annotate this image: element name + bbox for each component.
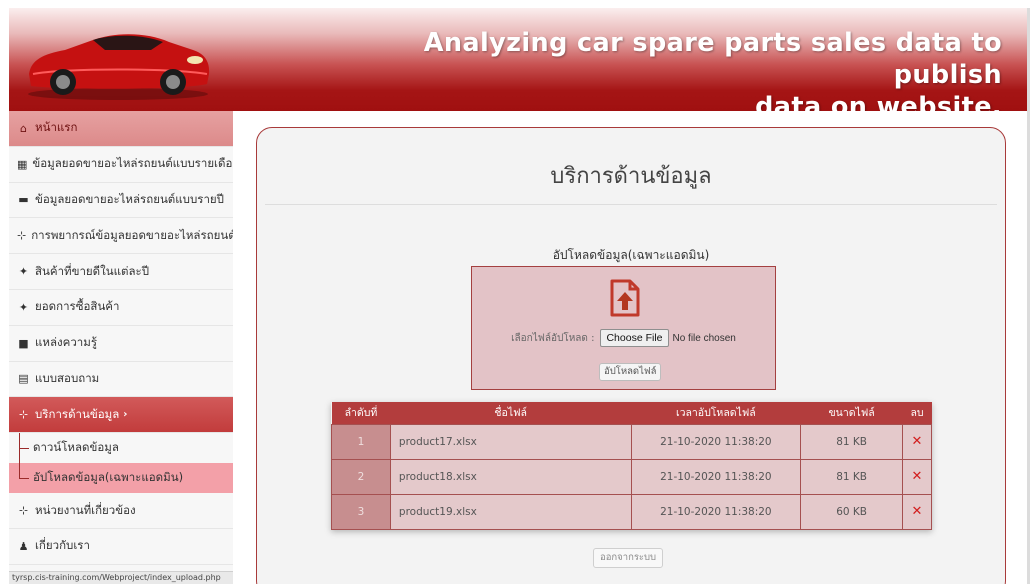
sidebar-item-label: หน้าแรก (35, 120, 78, 135)
upload-box: เลือกไฟล์อัปโหลด : Choose File No file c… (471, 266, 776, 390)
delete-icon[interactable]: ✕ (902, 423, 932, 460)
sidebar-item-label: ยอดการซื้อสินค้า (35, 299, 120, 314)
sidebar-subitem-download[interactable]: ดาวน์โหลดข้อมูล (9, 433, 233, 464)
sidebar-item-label: สินค้าที่ขายดีในแต่ละปี (35, 263, 150, 278)
no-file-chosen-text: No file chosen (672, 332, 736, 344)
column-header-size: ขนาดไฟล์ (800, 402, 903, 424)
sidebar-item-best-sellers[interactable]: ✦ สินค้าที่ขายดีในแต่ละปี (9, 254, 233, 290)
sidebar-item-home[interactable]: ⌂ หน้าแรก (9, 111, 233, 147)
site-title-line-1: Analyzing car spare parts sales data to … (423, 28, 1002, 90)
calendar-icon: ▦ (17, 157, 28, 171)
table-row: 3 product19.xlsx 21-10-2020 11:38:20 60 … (331, 493, 932, 530)
file-upload-icon (610, 279, 640, 317)
site-header: Analyzing car spare parts sales data to … (9, 8, 1030, 111)
calendar-icon: ▬ (18, 193, 29, 207)
row-number: 2 (331, 458, 391, 495)
sidebar-item-label: ข้อมูลยอดขายอะไหล่รถยนต์แบบรายปี (35, 191, 224, 206)
sitemap-icon: ⊹ (18, 408, 29, 422)
sitemap-icon: ⊹ (18, 504, 29, 518)
file-size: 60 KB (800, 493, 904, 530)
sidebar-subitem-upload[interactable]: อัปโหลดข้อมูล(เฉพาะแอดมิน) (9, 448, 233, 494)
logout-button[interactable]: ออกจากระบบ (593, 548, 664, 568)
sidebar-item-label: หน่วยงานที่เกี่ยวข้อง (35, 502, 136, 517)
file-size: 81 KB (800, 458, 904, 495)
sidebar-subitem-label: ดาวน์โหลดข้อมูล (33, 440, 119, 455)
sidebar-subitem-label: อัปโหลดข้อมูล(เฉพาะแอดมิน) (33, 470, 184, 485)
sidebar-item-agencies[interactable]: ⊹ หน่วยงานที่เกี่ยวข้อง (9, 493, 233, 529)
sidebar-item-label: การพยากรณ์ข้อมูลยอดขายอะไหล่รถยนต์ (31, 227, 233, 242)
row-number: 3 (331, 493, 391, 530)
upload-time: 21-10-2020 11:38:20 (630, 458, 802, 495)
file-name: product18.xlsx (389, 458, 632, 495)
red-sports-car-logo (28, 34, 210, 100)
delete-icon[interactable]: ✕ (902, 458, 932, 495)
row-number: 1 (331, 423, 391, 460)
file-input-row: เลือกไฟล์อัปโหลด : Choose File No file c… (472, 329, 775, 347)
upload-time: 21-10-2020 11:38:20 (630, 423, 802, 460)
file-input-label: เลือกไฟล์อัปโหลด : (511, 332, 595, 344)
document-icon: ▤ (18, 372, 29, 386)
main-panel: บริการด้านข้อมูล อัปโหลดข้อมูล(เฉพาะแอดม… (256, 127, 1006, 584)
table-row: 2 product18.xlsx 21-10-2020 11:38:20 81 … (331, 458, 932, 495)
upload-section-caption: อัปโหลดข้อมูล(เฉพาะแอดมิน) (552, 248, 710, 262)
sidebar-item-data-services[interactable]: ⊹ บริการด้านข้อมูล › (9, 397, 233, 434)
sidebar-item-knowledge[interactable]: ■ แหล่งความรู้ (9, 326, 233, 362)
table-row: 1 product17.xlsx 21-10-2020 11:38:20 81 … (331, 423, 932, 460)
sidebar-item-purchases[interactable]: ✦ ยอดการซื้อสินค้า (9, 290, 233, 326)
magic-icon: ✦ (18, 300, 29, 314)
chevron-right-icon: › (123, 409, 128, 421)
sidebar-item-label: แหล่งความรู้ (35, 335, 98, 350)
sidebar-item-yearly-sales[interactable]: ▬ ข้อมูลยอดขายอะไหล่รถยนต์แบบรายปี (9, 183, 233, 219)
sidebar-item-monthly-sales[interactable]: ▦ ข้อมูลยอดขายอะไหล่รถยนต์แบบรายเดือน › (9, 147, 233, 183)
column-header-filename: ชื่อไฟล์ (390, 402, 632, 424)
sidebar: ⌂ หน้าแรก ▦ ข้อมูลยอดขายอะไหล่รถยนต์แบบร… (9, 111, 233, 584)
upload-time: 21-10-2020 11:38:20 (630, 493, 802, 530)
sitemap-icon: ⊹ (17, 229, 27, 243)
page-title: บริการด้านข้อมูล (550, 164, 712, 189)
choose-file-button[interactable]: Choose File (600, 329, 669, 347)
file-size: 81 KB (800, 423, 904, 460)
sidebar-item-about[interactable]: ♟ เกี่ยวกับเรา (9, 529, 233, 565)
home-icon: ⌂ (20, 121, 27, 135)
user-icon: ♟ (18, 539, 29, 553)
column-header-upload-time: เวลาอัปโหลดไฟล์ (631, 402, 801, 424)
file-name: product17.xlsx (389, 423, 632, 460)
title-divider (265, 204, 997, 205)
sidebar-item-label: แบบสอบถาม (35, 370, 100, 385)
file-name: product19.xlsx (389, 493, 632, 530)
site-title-line-2: data on website. (755, 92, 1002, 111)
status-bar-url: tyrsp.cis-training.com/Webproject/index_… (9, 571, 233, 584)
magic-icon: ✦ (18, 265, 29, 279)
delete-icon[interactable]: ✕ (902, 493, 932, 530)
uploaded-files-table: ลำดับที่ ชื่อไฟล์ เวลาอัปโหลดไฟล์ ขนาดไฟ… (331, 402, 932, 530)
sidebar-item-label: ข้อมูลยอดขายอะไหล่รถยนต์แบบรายเดือน (32, 156, 233, 171)
table-header-row: ลำดับที่ ชื่อไฟล์ เวลาอัปโหลดไฟล์ ขนาดไฟ… (331, 402, 932, 424)
sidebar-item-survey[interactable]: ▤ แบบสอบถาม (9, 362, 233, 398)
sidebar-item-forecast[interactable]: ⊹ การพยากรณ์ข้อมูลยอดขายอะไหล่รถยนต์ › (9, 218, 233, 255)
book-icon: ■ (18, 336, 29, 350)
upload-file-button[interactable]: อัปโหลดไฟล์ (599, 363, 662, 381)
sidebar-item-label: เกี่ยวกับเรา (35, 538, 90, 553)
sidebar-item-label: บริการด้านข้อมูล (35, 406, 120, 421)
column-header-number: ลำดับที่ (331, 402, 391, 424)
site-title: Analyzing car spare parts sales data to … (362, 27, 1002, 111)
column-header-delete: ลบ (902, 402, 932, 424)
